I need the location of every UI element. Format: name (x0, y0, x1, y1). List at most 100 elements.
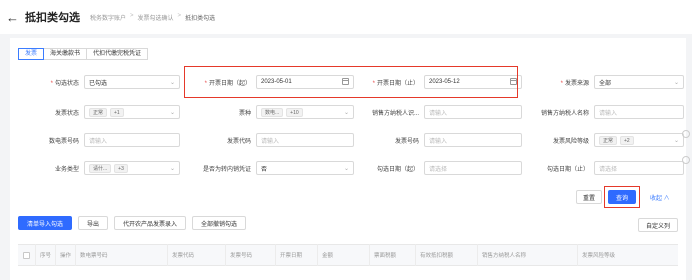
reset-button[interactable]: 重置 (576, 190, 602, 204)
column-header: 开票日期 (276, 244, 318, 266)
column-header: 数电票号码 (76, 244, 168, 266)
more-count-tag: +3 (114, 163, 128, 173)
check-date-end-label: 勾选日期（止） (546, 166, 589, 173)
breadcrumb-item[interactable]: 税务数字账户 (90, 13, 126, 22)
export-button[interactable]: 导出 (78, 216, 109, 230)
is-transfer-label: 是否为转内销凭证 (202, 166, 251, 173)
invoice-no-field: 发票号码 请输入 (360, 132, 522, 148)
invoice-code-input[interactable]: 请输入 (256, 133, 354, 147)
is-transfer-select[interactable]: 否 ⌄ (256, 161, 354, 175)
tab-withholding-certificate[interactable]: 代扣代缴完税凭证 (86, 48, 149, 60)
risk-level-field: 发票风险等级 正常 +2 ⌄ (530, 132, 684, 148)
breadcrumb-item-current: 抵扣类勾选 (185, 15, 216, 22)
top-bar: ← 抵扣类勾选 税务数字账户 > 发票勾选确认 > 抵扣类勾选 (0, 0, 692, 34)
seller-name-label: 销售方纳税人名称 (540, 110, 589, 117)
seller-tax-id-field: 销售方纳税人识... 请输入 (360, 104, 522, 120)
chevron-down-icon: ⌄ (169, 166, 175, 172)
select-all-cell (18, 244, 36, 266)
seller-name-field: 销售方纳税人名称 请输入 (530, 104, 684, 120)
chevron-down-icon: ⌄ (343, 110, 349, 116)
invoice-status-select[interactable]: 正常 +1 ⌄ (84, 105, 180, 119)
date-range-highlight (184, 66, 518, 98)
check-date-start-field: 勾选日期（起） 请选择 (360, 160, 522, 176)
query-button-highlight (604, 186, 640, 208)
invoice-code-label: 发票代码 (226, 138, 251, 145)
check-date-end-input[interactable]: 请选择 (594, 161, 684, 175)
feedback-icon[interactable] (682, 156, 690, 164)
business-type-field: 业务类型 请什... +3 ⌄ (18, 160, 180, 176)
chevron-down-icon: ⌄ (343, 166, 349, 172)
customize-columns-button[interactable]: 自定义列 (638, 218, 678, 232)
seller-tax-id-label: 销售方纳税人识... (371, 110, 419, 117)
chevron-down-icon: ⌄ (673, 80, 679, 86)
more-count-tag: +10 (286, 107, 303, 117)
check-date-start-label: 勾选日期（起） (376, 166, 419, 173)
business-type-select[interactable]: 请什... +3 ⌄ (84, 161, 180, 175)
chevron-down-icon: ⌄ (169, 80, 175, 86)
tab-customs-payment[interactable]: 海关缴款书 (43, 48, 88, 60)
agricultural-invoice-entry-button[interactable]: 代开农产品发票录入 (114, 216, 187, 230)
column-header: 金额 (318, 244, 370, 266)
column-header: 票面税额 (370, 244, 416, 266)
invoice-source-select[interactable]: 全部 ⌄ (594, 75, 684, 89)
chevron-down-icon: ⌄ (673, 138, 679, 144)
column-header: 有效抵扣税额 (416, 244, 478, 266)
document-type-tabs: 发票 海关缴款书 代扣代缴完税凭证 (18, 48, 149, 60)
breadcrumb-separator: > (130, 12, 134, 19)
column-header: 销售方纳税人名称 (478, 244, 578, 266)
check-status-select[interactable]: 已勾选 ⌄ (84, 75, 180, 89)
ticket-type-select[interactable]: 数电... +10 ⌄ (256, 105, 354, 119)
breadcrumb-item[interactable]: 发票勾选确认 (138, 13, 174, 22)
chevron-down-icon: ⌄ (169, 110, 175, 116)
check-status-label: * 勾选状态 (50, 80, 79, 87)
risk-tag: 正常 (599, 135, 618, 145)
more-count-tag: +2 (620, 135, 634, 145)
import-list-check-button[interactable]: 清单导入勾选 (18, 216, 73, 230)
page: ← 抵扣类勾选 税务数字账户 > 发票勾选确认 > 抵扣类勾选 发票 海关缴款书… (0, 0, 692, 280)
seller-tax-id-input[interactable]: 请输入 (424, 105, 522, 119)
column-header: 发票风险等级 (582, 253, 616, 259)
help-icon[interactable] (682, 130, 690, 138)
filter-row-4: 业务类型 请什... +3 ⌄ 是否为转内销凭证 否 ⌄ 勾选日期（起） 请选择 勾选… (18, 160, 684, 176)
page-title: 抵扣类勾选 (25, 12, 80, 24)
back-arrow-icon[interactable]: ← (6, 10, 19, 25)
risk-level-select[interactable]: 正常 +2 ⌄ (594, 133, 684, 147)
invoice-code-field: 发票代码 请输入 (192, 132, 354, 148)
invoice-status-label: 发票状态 (54, 110, 79, 117)
side-floating-icons (682, 130, 690, 164)
invoice-no-input[interactable]: 请输入 (424, 133, 522, 147)
column-header: 操作 (56, 244, 76, 266)
invoice-no-label: 发票号码 (394, 138, 419, 145)
select-all-checkbox[interactable] (23, 251, 30, 259)
breadcrumb-separator: > (177, 12, 182, 19)
more-count-tag: +1 (110, 107, 124, 117)
filter-row-3: 数电票号码 请输入 发票代码 请输入 发票号码 请输入 发票风险等级 正常 +2 ⌄ (18, 132, 684, 148)
is-transfer-field: 是否为转内销凭证 否 ⌄ (192, 160, 354, 176)
status-tag: 正常 (89, 107, 108, 117)
tab-invoice[interactable]: 发票 (18, 48, 45, 60)
digital-invoice-no-label: 数电票号码 (48, 138, 79, 145)
invoice-table-header: 序号 操作 数电票号码 发票代码 发票号码 开票日期 金额 票面税额 有效抵扣税… (18, 244, 678, 266)
ticket-type-label: 票种 (238, 110, 251, 117)
type-tag: 请什... (89, 163, 112, 173)
column-header: 发票代码 (168, 244, 226, 266)
revoke-all-checks-button[interactable]: 全部撤销勾选 (192, 216, 247, 230)
breadcrumb: 税务数字账户 > 发票勾选确认 > 抵扣类勾选 (90, 13, 215, 22)
risk-level-label: 发票风险等级 (552, 138, 589, 145)
digital-invoice-no-input[interactable]: 请输入 (84, 133, 180, 147)
check-date-end-field: 勾选日期（止） 请选择 (530, 160, 684, 176)
filter-row-2: 发票状态 正常 +1 ⌄ 票种 数电... +10 ⌄ 销售方纳税人识... 请输入 销… (18, 104, 684, 120)
table-toolbar: 清单导入勾选 导出 代开农产品发票录入 全部撤销勾选 (18, 216, 247, 230)
seller-name-input[interactable]: 请输入 (594, 105, 684, 119)
invoice-source-field: * 发票来源 全部 ⌄ (530, 74, 684, 90)
column-header: 发票号码 (226, 244, 276, 266)
invoice-source-label: * 发票来源 (560, 80, 589, 87)
column-header: 序号 (36, 244, 56, 266)
ticket-type-field: 票种 数电... +10 ⌄ (192, 104, 354, 120)
main-card: 发票 海关缴款书 代扣代缴完税凭证 * 勾选状态 已勾选 ⌄ * 开票日期（起） 20… (10, 38, 686, 280)
collapse-link[interactable]: 收起 ∧ (650, 193, 670, 202)
check-date-start-input[interactable]: 请选择 (424, 161, 522, 175)
check-status-field: * 勾选状态 已勾选 ⌄ (18, 74, 180, 90)
business-type-label: 业务类型 (54, 166, 79, 173)
digital-invoice-no-field: 数电票号码 请输入 (18, 132, 180, 148)
